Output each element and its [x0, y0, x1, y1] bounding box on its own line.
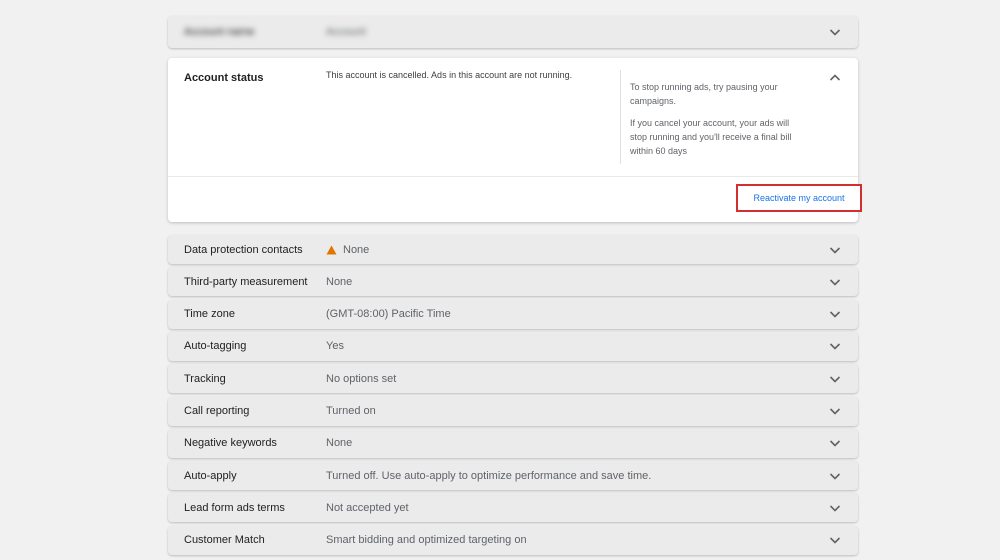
vertical-divider: [620, 70, 621, 164]
settings-row[interactable]: Customer Match Smart bidding and optimize…: [168, 525, 858, 555]
settings-row[interactable]: Time zone (GMT-08:00) Pacific Time: [168, 299, 858, 329]
account-status-message: This account is cancelled. Ads in this a…: [326, 70, 573, 80]
row-label-blurred: Account name: [184, 26, 255, 38]
row-value: No options set: [326, 373, 396, 385]
row-label: Call reporting: [184, 405, 250, 417]
account-status-panel: Account status This account is cancelled…: [168, 58, 862, 222]
chevron-down-icon[interactable]: [828, 307, 842, 321]
row-value-blurred: Account: [326, 26, 366, 38]
row-value: None: [326, 276, 352, 288]
row-value: Not accepted yet: [326, 502, 409, 514]
settings-row-blurred[interactable]: Account name Account: [168, 16, 858, 48]
warning-icon: [326, 245, 337, 254]
settings-row[interactable]: Call reporting Turned on: [168, 396, 858, 426]
chevron-up-icon[interactable]: [828, 71, 842, 85]
settings-row[interactable]: Negative keywords None: [168, 428, 858, 458]
row-value: (GMT-08:00) Pacific Time: [326, 308, 451, 320]
row-label: Lead form ads terms: [184, 501, 285, 514]
settings-row[interactable]: Lead form ads terms Not accepted yet: [168, 493, 858, 523]
help-text-cancel: If you cancel your account, your ads wil…: [630, 118, 792, 156]
row-value-text: Smart bidding and optimized targeting on: [326, 534, 527, 547]
horizontal-divider: [168, 176, 858, 177]
row-value-text: Yes: [326, 340, 344, 353]
row-label: Tracking: [184, 372, 226, 385]
row-value-text: None: [326, 437, 353, 450]
settings-row[interactable]: Tracking No options set: [168, 364, 858, 394]
chevron-down-icon[interactable]: [828, 469, 842, 483]
chevron-down-icon[interactable]: [828, 243, 842, 257]
row-value: Turned off. Use auto-apply to optimize p…: [326, 470, 651, 482]
reactivate-account-button[interactable]: Reactivate my account: [736, 184, 862, 212]
row-label: Data protection contacts: [184, 243, 303, 256]
row-label: Customer Match: [184, 534, 265, 547]
chevron-down-icon[interactable]: [828, 25, 842, 39]
chevron-down-icon[interactable]: [828, 372, 842, 386]
row-value-text: Turned on: [326, 405, 376, 417]
chevron-down-icon[interactable]: [828, 404, 842, 418]
row-value-text: Turned off. Use auto-apply to optimize p…: [326, 469, 652, 482]
row-value-text: No options set: [326, 372, 397, 385]
row-value-text: (GMT-08:00) Pacific Time: [326, 308, 451, 321]
row-value: None: [326, 437, 352, 449]
row-value-text: Not accepted yet: [326, 501, 409, 514]
account-status-help: To stop running ads, try pausing your ca…: [630, 80, 798, 166]
row-label: Negative keywords: [184, 437, 277, 450]
chevron-down-icon[interactable]: [828, 275, 842, 289]
row-value: None: [326, 244, 369, 256]
account-status-title: Account status: [184, 72, 264, 84]
row-value: Smart bidding and optimized targeting on: [326, 534, 527, 546]
row-label: Auto-apply: [184, 469, 237, 482]
chevron-down-icon[interactable]: [828, 339, 842, 353]
chevron-down-icon[interactable]: [828, 436, 842, 450]
row-value: Turned on: [326, 405, 376, 417]
settings-row[interactable]: Third-party measurement None: [168, 267, 858, 297]
settings-row[interactable]: Data protection contacts None: [168, 235, 858, 264]
chevron-down-icon[interactable]: [828, 533, 842, 547]
row-label: Third-party measurement: [184, 275, 308, 288]
row-value-text: None: [343, 243, 370, 256]
settings-row[interactable]: Auto-apply Turned off. Use auto-apply to …: [168, 461, 858, 491]
row-value: Yes: [326, 340, 344, 352]
help-text-pause: To stop running ads, try pausing your ca…: [630, 82, 778, 106]
row-label: Auto-tagging: [184, 340, 247, 353]
row-value-text: None: [326, 275, 353, 288]
row-label: Time zone: [184, 308, 235, 321]
settings-row[interactable]: Auto-tagging Yes: [168, 331, 858, 361]
chevron-down-icon[interactable]: [828, 501, 842, 515]
